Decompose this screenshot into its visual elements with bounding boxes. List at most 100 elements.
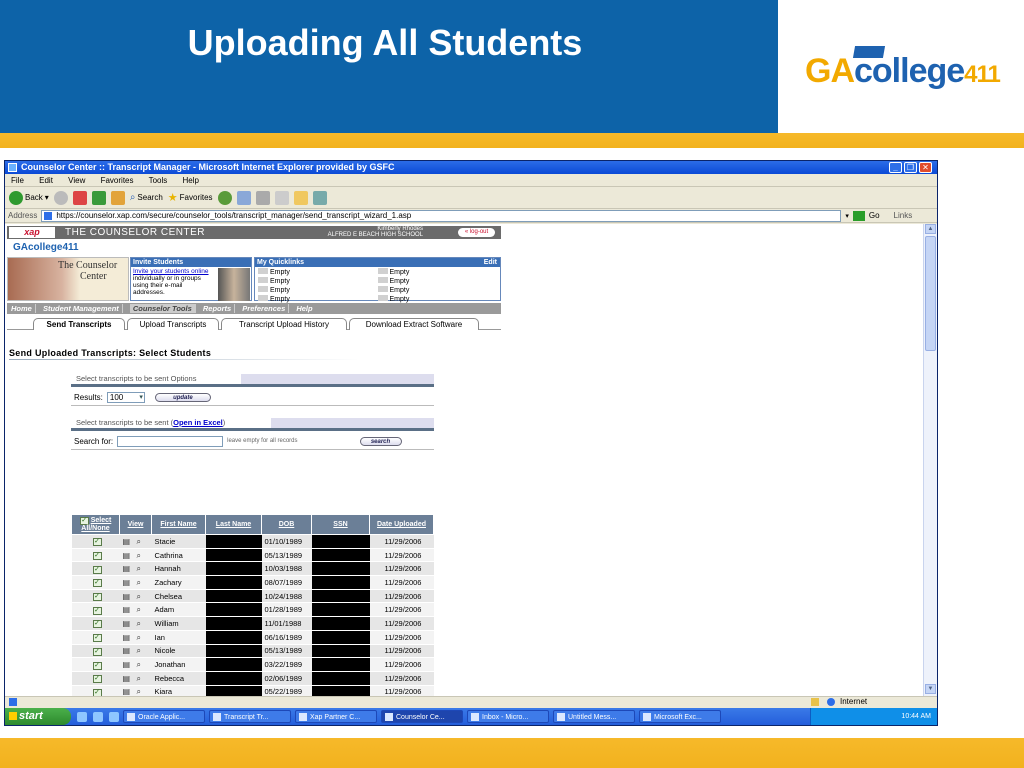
row-checkbox[interactable]: ✓ [71, 548, 120, 563]
menu-file[interactable]: File [11, 176, 24, 185]
search-button[interactable]: ⌕ Search [130, 192, 163, 203]
quicklink-item[interactable]: Empty [258, 277, 378, 286]
go-button[interactable]: Go [869, 211, 880, 220]
print-icon[interactable]: ▤ [123, 551, 132, 560]
menu-edit[interactable]: Edit [39, 176, 53, 185]
mail-icon[interactable] [236, 190, 251, 205]
stop-icon[interactable] [72, 190, 87, 205]
quicklink-item[interactable]: Empty [378, 286, 498, 295]
col-last-name[interactable]: Last Name [205, 514, 262, 535]
quicklink-item[interactable]: Empty [258, 286, 378, 295]
magnifier-icon[interactable]: ⌕ [137, 633, 146, 642]
magnifier-icon[interactable]: ⌕ [137, 565, 146, 573]
print-icon[interactable]: ▤ [123, 674, 132, 683]
nav-preferences[interactable]: Preferences [242, 304, 290, 313]
scroll-thumb[interactable] [925, 236, 936, 351]
task-inbox[interactable]: Inbox - Micro... [467, 710, 549, 723]
row-checkbox[interactable]: ✓ [71, 616, 120, 631]
tab-transcript-upload-history[interactable]: Transcript Upload History [221, 318, 347, 330]
col-select-all[interactable]: ✓ Select All/None [71, 514, 120, 535]
row-checkbox[interactable]: ✓ [71, 534, 120, 549]
task-excel[interactable]: Microsoft Exc... [639, 710, 721, 723]
quicklaunch-desktop-icon[interactable] [109, 711, 119, 722]
task-xap-partner[interactable]: Xap Partner C... [295, 710, 377, 723]
quicklaunch-ie-icon[interactable] [77, 711, 87, 722]
vertical-scrollbar[interactable]: ▲ ▼ [923, 224, 937, 696]
menu-help[interactable]: Help [183, 176, 199, 185]
menu-favorites[interactable]: Favorites [101, 176, 134, 185]
menu-view[interactable]: View [68, 176, 85, 185]
start-button[interactable]: start [5, 708, 71, 725]
row-checkbox[interactable]: ✓ [71, 671, 120, 686]
nav-counselor-tools[interactable]: Counselor Tools [129, 304, 196, 313]
magnifier-icon[interactable]: ⌕ [137, 592, 146, 601]
magnifier-icon[interactable]: ⌕ [137, 647, 146, 655]
address-input[interactable]: https://counselor.xap.com/secure/counsel… [41, 209, 842, 222]
row-checkbox[interactable]: ✓ [71, 575, 120, 590]
invite-link[interactable]: Invite your students online [133, 268, 209, 275]
nav-help[interactable]: Help [296, 304, 315, 313]
tab-upload-transcripts[interactable]: Upload Transcripts [127, 318, 219, 330]
row-checkbox[interactable]: ✓ [71, 602, 120, 618]
magnifier-icon[interactable]: ⌕ [137, 619, 146, 628]
quicklaunch-outlook-icon[interactable] [93, 711, 103, 722]
nav-reports[interactable]: Reports [202, 304, 236, 313]
scroll-up-icon[interactable]: ▲ [925, 224, 936, 234]
magnifier-icon[interactable]: ⌕ [137, 578, 146, 587]
minimize-button[interactable]: _ [889, 162, 902, 173]
quicklink-item[interactable]: Empty [378, 268, 498, 277]
col-first-name[interactable]: First Name [151, 514, 206, 535]
results-select[interactable]: 100 [106, 391, 145, 403]
col-ssn[interactable]: SSN [311, 514, 370, 535]
folder-icon[interactable] [293, 190, 308, 205]
search-button[interactable]: search [359, 436, 402, 446]
go-arrow-icon[interactable] [852, 210, 865, 221]
magnifier-icon[interactable]: ⌕ [137, 661, 146, 669]
refresh-icon[interactable] [91, 190, 106, 205]
quicklinks-edit-link[interactable]: Edit [484, 258, 497, 267]
open-in-excel-link[interactable]: Open in Excel [173, 418, 223, 427]
menu-tools[interactable]: Tools [149, 176, 168, 185]
history-icon[interactable] [217, 190, 232, 205]
nav-home[interactable]: Home [11, 304, 36, 313]
edit-icon[interactable] [274, 190, 289, 205]
row-checkbox[interactable]: ✓ [71, 630, 120, 645]
print-icon[interactable]: ▤ [123, 606, 132, 614]
logout-button[interactable]: « log-out [458, 228, 495, 237]
row-checkbox[interactable]: ✓ [71, 657, 120, 672]
quicklink-item[interactable]: Empty [378, 277, 498, 286]
maximize-button[interactable]: ❐ [904, 162, 917, 173]
links-button[interactable]: Links [894, 211, 913, 220]
print-icon[interactable]: ▤ [123, 537, 132, 546]
task-counselor-center[interactable]: Counselor Ce... [381, 710, 463, 723]
task-oracle[interactable]: Oracle Applic... [123, 710, 205, 723]
print-icon[interactable]: ▤ [123, 619, 132, 628]
magnifier-icon[interactable]: ⌕ [137, 606, 146, 614]
search-input[interactable] [117, 435, 224, 447]
magnifier-icon[interactable]: ⌕ [137, 551, 146, 560]
row-checkbox[interactable]: ✓ [71, 589, 120, 604]
update-button[interactable]: update [154, 392, 211, 402]
row-checkbox[interactable]: ✓ [71, 561, 120, 577]
row-checkbox[interactable]: ✓ [71, 644, 120, 659]
nav-student-management[interactable]: Student Management [42, 304, 123, 313]
print-icon[interactable]: ▤ [123, 565, 132, 573]
print-icon[interactable]: ▤ [123, 647, 132, 655]
magnifier-icon[interactable]: ⌕ [137, 674, 146, 683]
print-icon[interactable]: ▤ [123, 688, 132, 696]
back-button[interactable]: Back ▾ [9, 190, 49, 205]
print-icon[interactable]: ▤ [123, 592, 132, 601]
print-icon[interactable]: ▤ [123, 633, 132, 642]
task-transcript[interactable]: Transcript Tr... [209, 710, 291, 723]
favorites-button[interactable]: ★ Favorites [168, 191, 213, 204]
magnifier-icon[interactable]: ⌕ [137, 537, 146, 546]
magnifier-icon[interactable]: ⌕ [137, 688, 146, 696]
quicklink-item[interactable]: Empty [258, 268, 378, 277]
scroll-down-icon[interactable]: ▼ [925, 684, 936, 694]
print-icon[interactable]: ▤ [123, 578, 132, 587]
home-icon[interactable] [110, 190, 125, 205]
address-dropdown-icon[interactable]: ▾ [845, 212, 849, 220]
print-icon[interactable] [255, 190, 270, 205]
tab-download-extract-software[interactable]: Download Extract Software [349, 318, 479, 330]
tab-send-transcripts[interactable]: Send Transcripts [33, 318, 125, 330]
